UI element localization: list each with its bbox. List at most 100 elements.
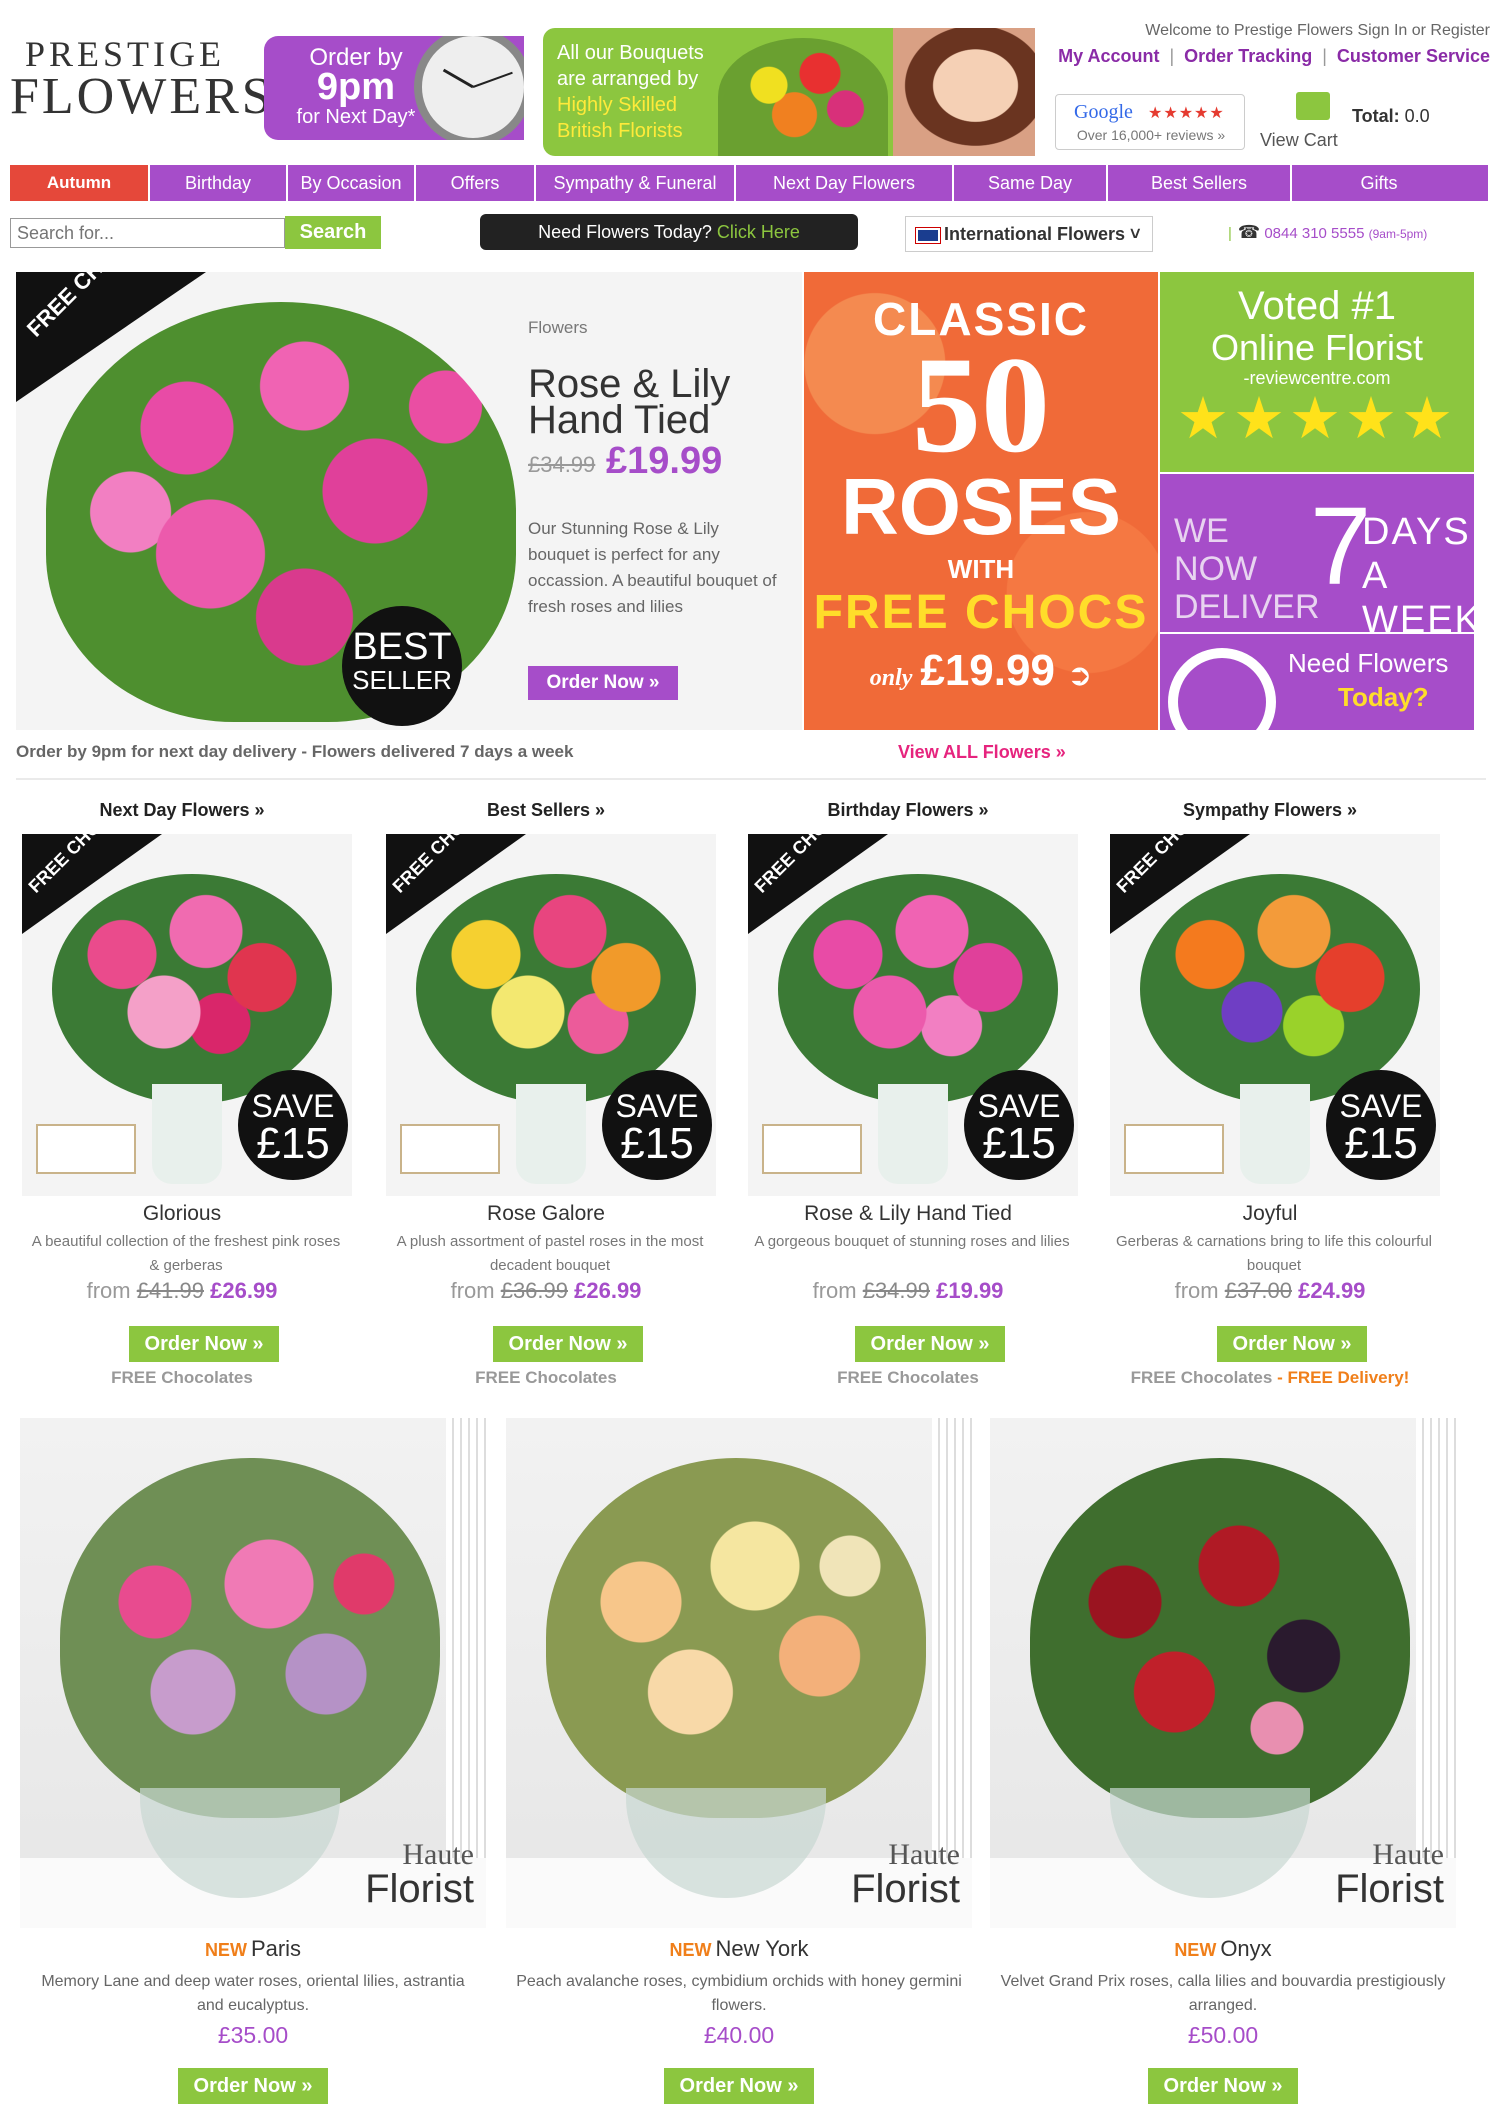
order-by-9pm-banner[interactable]: Order by 9pm for Next Day* [264, 36, 524, 140]
nav-by-occasion[interactable]: By Occasion [288, 165, 416, 201]
need-today-text: Need Flowers Today? [538, 222, 712, 242]
search-button[interactable]: Search [285, 216, 381, 249]
nav-same-day[interactable]: Same Day [954, 165, 1108, 201]
order-now-button[interactable]: Order Now » [178, 2068, 328, 2104]
florists-line4: British Florists [557, 120, 683, 142]
nav-gifts[interactable]: Gifts [1292, 165, 1466, 201]
main-nav: Autumn Birthday By Occasion Offers Sympa… [10, 165, 1488, 201]
need-flowers-today-button[interactable]: Need Flowers Today? Click Here [480, 214, 858, 250]
haute-description: Memory Lane and deep water roses, orient… [41, 1973, 465, 2014]
product-extra: FREE Chocolates [742, 1368, 1074, 1388]
chevron-down-icon: ˅ [1130, 224, 1141, 244]
product-name[interactable]: Glorious [16, 1202, 348, 1226]
product-name[interactable]: Rose Galore [380, 1202, 712, 1226]
product-extra: FREE Chocolates [380, 1368, 712, 1388]
product-image[interactable]: FREE CHOCOLATES SAVE£15 [22, 834, 352, 1196]
need-flowers-today-banner[interactable]: Need Flowers Today? [1160, 634, 1474, 730]
order-now-button[interactable]: Order Now » [129, 1326, 279, 1362]
international-flowers-dropdown[interactable]: International Flowers ˅ [905, 216, 1153, 252]
haute-product-image[interactable]: Haute Florist [990, 1418, 1456, 1928]
cart-icon[interactable] [1296, 92, 1330, 120]
sale-price: £26.99 [210, 1278, 278, 1303]
save-badge: SAVE £15 [238, 1070, 348, 1180]
order-now-button[interactable]: Order Now » [1217, 1326, 1367, 1362]
reviews-count: Over 16,000+ reviews » [1076, 127, 1226, 143]
save-badge: SAVE £15 [602, 1070, 712, 1180]
product-category-link[interactable]: Best Sellers » [380, 800, 712, 821]
nav-birthday[interactable]: Birthday [150, 165, 288, 201]
logo[interactable]: PRESTIGE FLOWERS [10, 36, 271, 126]
florist-word: Florist [365, 1867, 474, 1911]
product-name[interactable]: Joyful [1104, 1202, 1436, 1226]
welcome-text[interactable]: Welcome to Prestige Flowers Sign In or R… [1060, 22, 1490, 40]
sale-price: £24.99 [1298, 1278, 1366, 1303]
haute-title[interactable]: NEW Paris [20, 1936, 486, 1962]
phone-number[interactable]: 0844 310 5555 [1264, 225, 1364, 242]
view-cart-link[interactable]: View Cart [1260, 130, 1338, 151]
vase [516, 1084, 586, 1184]
haute-product-image[interactable]: Haute Florist [20, 1418, 486, 1928]
voted-stars: ★★★★★ [1177, 386, 1457, 451]
cart-widget[interactable]: View Cart Total: 0.0 [1260, 92, 1490, 154]
hero-name-line2: Hand Tied [528, 398, 711, 442]
product-image[interactable]: FREE CHOCOLATES SAVE£15 [748, 834, 1078, 1196]
product-description: A beautiful collection of the freshest p… [31, 1233, 341, 1274]
product-category-link[interactable]: Next Day Flowers » [16, 800, 348, 821]
search-input[interactable] [10, 218, 285, 248]
roses-count: 50 [912, 328, 1050, 481]
product-card: Best Sellers » FREE CHOCOLATES SAVE£15 R… [380, 796, 716, 1396]
order-now-button[interactable]: Order Now » [493, 1326, 643, 1362]
nav-best-sellers[interactable]: Best Sellers [1108, 165, 1292, 201]
haute-title[interactable]: NEW Onyx [990, 1936, 1456, 1962]
order-now-button[interactable]: Order Now » [1148, 2068, 1298, 2104]
arrow-right-circle-icon: ➲ [1067, 659, 1093, 692]
save-amount: £15 [982, 1119, 1056, 1168]
product-image[interactable]: FREE CHOCOLATES SAVE£15 [386, 834, 716, 1196]
haute-price: £40.00 [703, 2022, 775, 2048]
product-description: A gorgeous bouquet of stunning roses and… [754, 1233, 1070, 1250]
florists-line2: are arranged by [557, 68, 699, 90]
product-name[interactable]: Rose & Lily Hand Tied [742, 1202, 1074, 1226]
cart-total-value: 0.0 [1404, 106, 1430, 126]
hero-banner[interactable]: FREE CHOCOLATES BESTSELLER Flowers Rose … [16, 272, 802, 730]
florist-photo [893, 28, 1035, 156]
hero-order-button[interactable]: Order Now » [528, 666, 678, 700]
order-now-button[interactable]: Order Now » [855, 1326, 1005, 1362]
haute-title[interactable]: NEW New York [506, 1936, 972, 1962]
order-now-button[interactable]: Order Now » [664, 2068, 814, 2104]
haute-name: Paris [250, 1936, 302, 1961]
view-all-flowers-link[interactable]: View ALL Flowers » [898, 742, 1066, 763]
haute-name: New York [715, 1936, 809, 1961]
customer-service-link[interactable]: Customer Service [1337, 46, 1490, 66]
product-category-link[interactable]: Birthday Flowers » [742, 800, 1074, 821]
roses-only: only [869, 665, 913, 691]
my-account-link[interactable]: My Account [1058, 46, 1159, 66]
nav-autumn[interactable]: Autumn [10, 165, 150, 201]
product-category-link[interactable]: Sympathy Flowers » [1104, 800, 1436, 821]
haute-product-image[interactable]: Haute Florist [506, 1418, 972, 1928]
cart-total: Total: 0.0 [1352, 106, 1430, 127]
roses-with: WITH [947, 554, 1015, 584]
save-label: SAVE [977, 1088, 1061, 1124]
haute-name: Onyx [1220, 1936, 1272, 1961]
classic-50-roses-banner[interactable]: CLASSIC 50 ROSES WITH FREE CHOCS only £19… [804, 272, 1158, 730]
free-chocolates-text: FREE Chocolates [837, 1368, 979, 1387]
price-from: from [812, 1278, 857, 1303]
need-flowers-line2: Today? [1338, 682, 1429, 712]
nav-offers[interactable]: Offers [416, 165, 536, 201]
free-chocolates-text: FREE Chocolates [475, 1368, 617, 1387]
voted-best-florist-banner[interactable]: Voted #1 Online Florist -reviewcentre.co… [1160, 272, 1474, 472]
google-reviews-badge[interactable]: Google ★★★★★ Over 16,000+ reviews » [1055, 94, 1245, 150]
save-badge: SAVE £15 [964, 1070, 1074, 1180]
product-price: from £34.99 £19.99 [742, 1278, 1074, 1304]
order-by-next-day: for Next Day* [296, 106, 416, 128]
nav-sympathy-funeral[interactable]: Sympathy & Funeral [536, 165, 736, 201]
nav-next-day-flowers[interactable]: Next Day Flowers [736, 165, 954, 201]
order-tracking-link[interactable]: Order Tracking [1184, 46, 1312, 66]
roses-free-chocs: FREE CHOCS [813, 586, 1149, 639]
haute-price: £35.00 [217, 2022, 289, 2048]
bouquet-image [60, 1458, 440, 1818]
product-image[interactable]: FREE CHOCOLATES SAVE£15 [1110, 834, 1440, 1196]
price-from: from [86, 1278, 131, 1303]
deliver-7-days-banner[interactable]: WE NOW DELIVER 7 DAYS A WEEK [1160, 474, 1480, 641]
